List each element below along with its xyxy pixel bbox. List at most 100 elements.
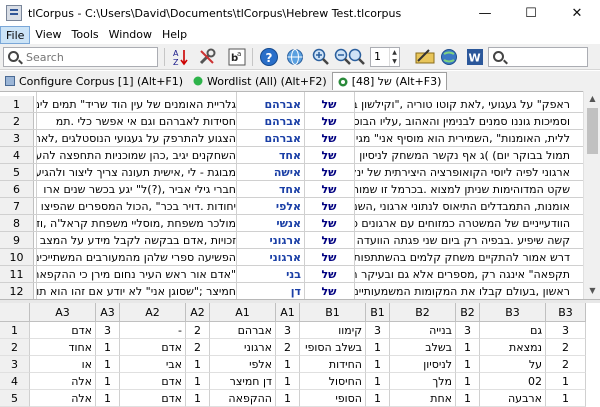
collocate-cell[interactable]: 3: [366, 322, 390, 339]
collocate-cell[interactable]: על: [480, 356, 546, 373]
collocate-cell[interactable]: בשלב הסופי: [300, 339, 366, 356]
collocate-cell[interactable]: אחוד: [30, 339, 96, 356]
collocate-cell[interactable]: -: [120, 322, 186, 339]
collocate-cell[interactable]: 1: [96, 339, 120, 356]
collocate-cell[interactable]: או: [30, 356, 96, 373]
concordance-row[interactable]: 12 חמיצר ;"שסוגן אני" לא יודע אם זהו הוא …: [0, 283, 583, 300]
scroll-down-icon[interactable]: ▼: [584, 283, 600, 299]
maximize-button[interactable]: ☐: [508, 0, 554, 26]
menu-file[interactable]: File: [0, 26, 31, 44]
column-header[interactable]: B2: [456, 303, 480, 322]
concordance-row[interactable]: 8מולכר משפחת ,מוסליי משפחת קראל'ה ,ודומר…: [0, 215, 583, 232]
collocate-cell[interactable]: 1: [276, 356, 300, 373]
collocate-cell[interactable]: לניסיון: [390, 356, 456, 373]
tab-concordance[interactable]: של [48] (Alt+F3): [331, 72, 448, 90]
column-header[interactable]: A1: [276, 303, 300, 322]
column-header[interactable]: B1: [300, 303, 366, 322]
concordance-grid[interactable]: 1 גלריית האומנים של עין הוד שריד" תמים לי…: [0, 91, 600, 300]
collocate-cell[interactable]: בנייה: [390, 322, 456, 339]
collocate-cell[interactable]: מלך: [390, 373, 456, 390]
help-icon[interactable]: ?: [258, 47, 280, 67]
collocate-cell[interactable]: ההקפאה: [210, 390, 276, 407]
word-icon[interactable]: W: [464, 47, 486, 67]
collocate-cell[interactable]: 1: [456, 339, 480, 356]
zoom-reset-icon[interactable]: [346, 47, 368, 67]
column-header[interactable]: A3: [96, 303, 120, 322]
page-spin-input[interactable]: [371, 48, 389, 64]
close-button[interactable]: ✕: [554, 0, 600, 26]
ab-icon[interactable]: ba: [226, 47, 248, 67]
concordance-row[interactable]: 10 הפשיעה ספרי שלהן מהמעורבים המשתייכים ה…: [0, 249, 583, 266]
collocate-cell[interactable]: 1: [456, 390, 480, 407]
column-header[interactable]: A2: [120, 303, 186, 322]
collocate-cell[interactable]: קימוו: [300, 322, 366, 339]
edit-icon[interactable]: [414, 47, 436, 67]
collocate-cell[interactable]: 1: [456, 356, 480, 373]
collocate-cell[interactable]: נמצאת: [480, 339, 546, 356]
collocate-cell[interactable]: ארגוני: [210, 339, 276, 356]
column-header[interactable]: B1: [366, 303, 390, 322]
collocate-cell[interactable]: החיסול: [300, 373, 366, 390]
search-input[interactable]: [24, 49, 154, 65]
collocate-cell[interactable]: 1: [96, 373, 120, 390]
column-header[interactable]: [0, 303, 30, 322]
concordance-row[interactable]: 5 מבוגת - לי ,אישית תעונה צריך ליצור ולהג…: [0, 164, 583, 181]
minimize-button[interactable]: —: [462, 0, 508, 26]
collocate-cell[interactable]: 2: [546, 339, 586, 356]
column-header[interactable]: A2: [186, 303, 210, 322]
globe-icon[interactable]: [284, 47, 306, 67]
collocate-cell[interactable]: אבי: [120, 356, 186, 373]
column-header[interactable]: A3: [30, 303, 96, 322]
sort-az-icon[interactable]: AZ: [170, 47, 192, 67]
collocate-cell[interactable]: 3: [96, 322, 120, 339]
collocate-cell[interactable]: 1: [366, 373, 390, 390]
collocate-cell[interactable]: אחת: [390, 390, 456, 407]
collocate-cell[interactable]: 2: [276, 339, 300, 356]
collocate-cell[interactable]: אלפי: [210, 356, 276, 373]
collocate-cell[interactable]: בשלב: [390, 339, 456, 356]
collocate-cell[interactable]: הסופי: [300, 390, 366, 407]
concordance-row[interactable]: 2 חסידות לאברהם וגם אי אפשר כלי .תמ אברהם ש…: [0, 113, 583, 130]
collocate-cell[interactable]: גם: [480, 322, 546, 339]
collocate-cell[interactable]: אדם: [120, 373, 186, 390]
collocate-cell[interactable]: 1: [456, 373, 480, 390]
collocate-cell[interactable]: 1: [546, 390, 586, 407]
concordance-row[interactable]: 11 "אדם אור ראש העיר נחום מירן כי ההקפאה …: [0, 266, 583, 283]
collocate-cell[interactable]: 1: [186, 390, 210, 407]
collocate-cell[interactable]: דן חמיצר: [210, 373, 276, 390]
concordance-row[interactable]: 4 השחקנים יגיב ,כהן שמוכניות התחפצה להערכ…: [0, 147, 583, 164]
page-spin[interactable]: ▲▼: [370, 47, 400, 67]
concordance-row[interactable]: 6 חברי גילי אביר ,(?)ל" יגע בכשר שנים ארו…: [0, 181, 583, 198]
search-box[interactable]: [3, 47, 158, 67]
menu-tools[interactable]: Tools: [67, 26, 104, 44]
spin-arrows[interactable]: ▲ ▼: [389, 48, 399, 66]
collocate-cell[interactable]: 1: [96, 390, 120, 407]
collocate-cell[interactable]: 1: [366, 390, 390, 407]
collocate-cell[interactable]: אלה: [30, 390, 96, 407]
collocate-cell[interactable]: אברהם: [210, 322, 276, 339]
menu-help[interactable]: Help: [157, 26, 192, 44]
collocate-cell[interactable]: 1: [546, 373, 586, 390]
collocate-cell[interactable]: אלה: [30, 373, 96, 390]
collocate-grid[interactable]: A3 A3 A2 A2 A1 A1 B1 B1 B2 B2 B3 B3 1 אדם 3-2 אברהם 3 קימ…: [0, 303, 600, 407]
collocate-cell[interactable]: 1: [96, 356, 120, 373]
collocate-cell[interactable]: 2: [186, 322, 210, 339]
web-icon[interactable]: [438, 47, 460, 67]
collocate-cell[interactable]: אדם: [120, 390, 186, 407]
concordance-row[interactable]: 3 הצגוע להתרפק על געגועי הנוסטלגים ,לאת אב…: [0, 130, 583, 147]
collocate-cell[interactable]: 1: [186, 373, 210, 390]
tab-wordlist[interactable]: Wordlist (All) (Alt+F2): [188, 72, 332, 90]
concordance-scrollbar[interactable]: ▲ ▼: [583, 91, 600, 299]
collocate-cell[interactable]: 3: [456, 322, 480, 339]
collocate-cell[interactable]: החידות: [300, 356, 366, 373]
collocate-cell[interactable]: 1: [366, 339, 390, 356]
menu-window[interactable]: Window: [104, 26, 157, 44]
collocate-cell[interactable]: 3: [546, 322, 586, 339]
collocate-cell[interactable]: 3: [276, 322, 300, 339]
collocate-cell[interactable]: 2: [546, 356, 586, 373]
column-header[interactable]: B3: [546, 303, 586, 322]
collocate-cell[interactable]: 1: [186, 356, 210, 373]
concordance-row[interactable]: 9 זכויות ,אדם בבקשה לקבל מידע על המצב הנ א…: [0, 232, 583, 249]
column-header[interactable]: A1: [210, 303, 276, 322]
scroll-thumb[interactable]: [587, 108, 598, 154]
